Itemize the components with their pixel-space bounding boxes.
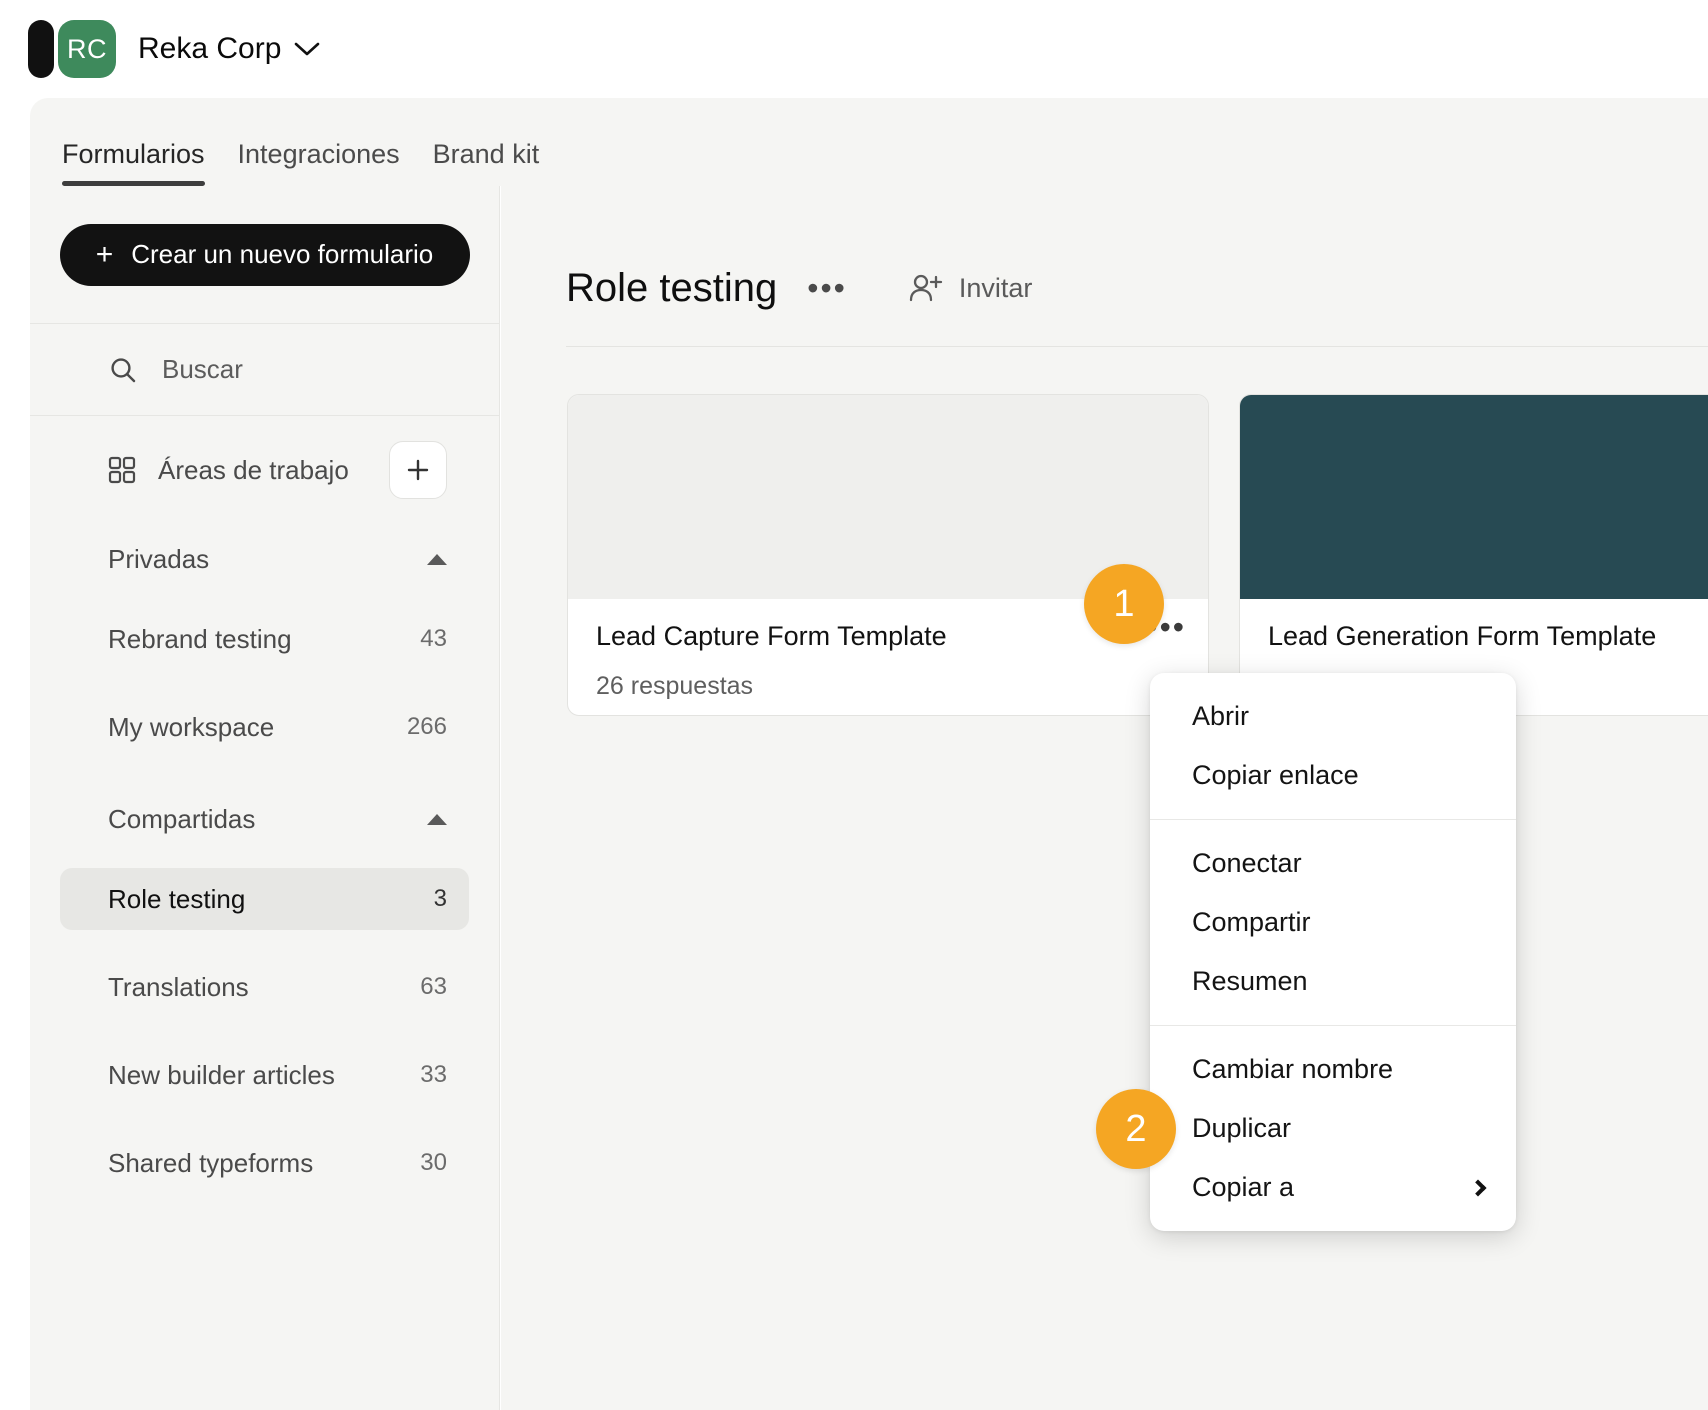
group-header-privadas[interactable]: Privadas — [30, 524, 499, 594]
list-item-count: 33 — [420, 1061, 447, 1088]
sidebar-item-role-testing[interactable]: Role testing 3 — [60, 868, 469, 930]
card-context-menu: Abrir Copiar enlace Conectar Compartir R… — [1150, 673, 1516, 1231]
menu-item-duplicar[interactable]: Duplicar — [1150, 1099, 1516, 1158]
tab-brand-kit[interactable]: Brand kit — [433, 139, 540, 186]
list-item-label: New builder articles — [108, 1059, 335, 1090]
list-item-label: My workspace — [108, 711, 275, 742]
top-bar: RC Reka Corp — [0, 0, 1708, 98]
list-item-label: Role testing — [108, 883, 246, 914]
step-badge-2: 2 — [1096, 1089, 1176, 1169]
form-card-lead-capture[interactable]: Lead Capture Form Template 26 respuestas… — [567, 394, 1209, 716]
workspace-header: Role testing ••• Invitar — [566, 242, 1666, 334]
list-item-count: 30 — [420, 1149, 447, 1176]
menu-divider — [1150, 819, 1516, 820]
workspaces-header: Áreas de trabajo — [30, 416, 499, 524]
sidebar-item-new-builder-articles[interactable]: New builder articles 33 — [60, 1044, 469, 1106]
sidebar-item-translations[interactable]: Translations 63 — [60, 956, 469, 1018]
form-card-lead-generation[interactable]: Lead Generation Form Template — [1239, 394, 1708, 716]
header-divider — [566, 346, 1708, 347]
menu-divider — [1150, 1025, 1516, 1026]
list-item-label: Translations — [108, 971, 249, 1002]
page-title: Role testing — [566, 265, 778, 310]
list-item-count: 63 — [420, 973, 447, 1000]
list-item-label: Shared typeforms — [108, 1147, 314, 1178]
invite-button[interactable]: Invitar — [909, 272, 1033, 304]
menu-item-resumen[interactable]: Resumen — [1150, 952, 1516, 1011]
sidebar-item-my-workspace[interactable]: My workspace 266 — [60, 696, 469, 758]
group-header-compartidas[interactable]: Compartidas — [30, 784, 499, 854]
list-item-count: 266 — [406, 713, 447, 740]
chevron-right-icon — [1469, 1179, 1487, 1196]
menu-item-label: Copiar enlace — [1192, 760, 1359, 790]
card-response-count: 26 respuestas — [596, 672, 754, 700]
group-label-privadas: Privadas — [108, 543, 210, 574]
menu-item-copiar-enlace[interactable]: Copiar enlace — [1150, 746, 1516, 805]
step-badge-1: 1 — [1084, 564, 1164, 644]
grid-icon — [108, 456, 136, 484]
tab-bar: Formularios Integraciones Brand kit — [30, 98, 1708, 186]
search-input[interactable]: Buscar — [30, 324, 499, 416]
card-thumbnail — [1240, 395, 1708, 599]
plus-icon: + — [95, 237, 114, 271]
tab-integraciones[interactable]: Integraciones — [238, 139, 400, 186]
menu-item-abrir[interactable]: Abrir — [1150, 687, 1516, 746]
org-name: Reka Corp — [138, 32, 282, 65]
menu-item-label: Compartir — [1192, 907, 1311, 937]
list-item-count: 3 — [433, 885, 447, 912]
search-icon — [108, 355, 138, 385]
create-new-form-label: Crear un nuevo formulario — [131, 239, 434, 269]
avatar: RC — [58, 20, 116, 78]
menu-item-label: Cambiar nombre — [1192, 1054, 1394, 1084]
triangle-up-icon[interactable] — [427, 813, 447, 825]
ellipsis-icon[interactable]: ••• — [807, 272, 847, 304]
workspaces-label: Áreas de trabajo — [158, 454, 349, 485]
group-label-compartidas: Compartidas — [108, 803, 256, 834]
chevron-down-icon[interactable] — [294, 41, 320, 57]
plus-icon — [405, 457, 431, 483]
tab-formularios[interactable]: Formularios — [62, 139, 205, 186]
main-content: Role testing ••• Invitar Lead Capture Fo… — [501, 186, 1708, 1410]
menu-item-label: Duplicar — [1192, 1113, 1292, 1143]
add-workspace-button[interactable] — [389, 441, 447, 499]
invite-label: Invitar — [958, 272, 1033, 303]
list-item-count: 43 — [420, 625, 447, 652]
menu-item-conectar[interactable]: Conectar — [1150, 834, 1516, 893]
search-placeholder: Buscar — [162, 354, 243, 384]
triangle-up-icon[interactable] — [427, 553, 447, 565]
create-new-form-button[interactable]: + Crear un nuevo formulario — [59, 223, 470, 286]
sidebar: + Crear un nuevo formulario Buscar Áreas… — [30, 186, 500, 1410]
brand-mark — [28, 20, 54, 78]
menu-item-cambiar-nombre[interactable]: Cambiar nombre — [1150, 1040, 1516, 1099]
menu-item-label: Resumen — [1192, 966, 1308, 996]
card-title: Lead Generation Form Template — [1268, 621, 1657, 651]
sidebar-item-shared-typeforms[interactable]: Shared typeforms 30 — [60, 1132, 469, 1194]
menu-item-label: Abrir — [1192, 701, 1250, 731]
list-item-label: Rebrand testing — [108, 623, 292, 654]
menu-item-copiar-a[interactable]: Copiar a — [1150, 1158, 1516, 1217]
create-form-section: + Crear un nuevo formulario — [30, 186, 499, 324]
menu-item-label: Copiar a — [1192, 1172, 1295, 1202]
person-add-icon — [909, 273, 943, 303]
menu-item-label: Conectar — [1192, 848, 1302, 878]
sidebar-item-rebrand-testing[interactable]: Rebrand testing 43 — [60, 608, 469, 670]
menu-item-compartir[interactable]: Compartir — [1150, 893, 1516, 952]
